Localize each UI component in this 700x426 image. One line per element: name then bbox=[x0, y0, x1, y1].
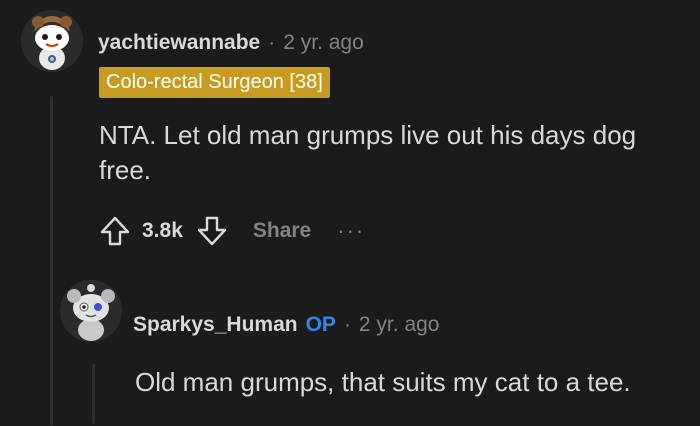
thread-line[interactable] bbox=[50, 96, 53, 426]
op-badge: OP bbox=[305, 313, 336, 336]
snoo-avatar-icon bbox=[60, 280, 122, 342]
meta-separator: · bbox=[343, 313, 351, 336]
reply-username[interactable]: Sparkys_Human bbox=[133, 313, 298, 337]
comment-timestamp[interactable]: 2 yr. ago bbox=[283, 31, 364, 55]
comment-body: NTA. Let old man grumps live out his day… bbox=[99, 120, 637, 185]
reply-thread-line[interactable] bbox=[92, 364, 95, 424]
comment-username[interactable]: yachtiewannabe bbox=[98, 31, 260, 55]
more-options-button[interactable]: ··· bbox=[337, 220, 365, 242]
share-button[interactable]: Share bbox=[253, 219, 311, 243]
downvote-arrow-icon bbox=[197, 216, 227, 246]
reply-user-avatar[interactable] bbox=[60, 280, 122, 342]
reply-body: Old man grumps, that suits my cat to a t… bbox=[135, 367, 631, 397]
upvote-button[interactable] bbox=[96, 211, 134, 251]
comment-meta: yachtiewannabe · 2 yr. ago bbox=[98, 31, 364, 55]
user-flair: Colo-rectal Surgeon [38] bbox=[99, 67, 330, 98]
downvote-button[interactable] bbox=[193, 211, 231, 251]
user-avatar[interactable] bbox=[21, 10, 83, 72]
reply-timestamp[interactable]: 2 yr. ago bbox=[359, 313, 440, 337]
upvote-arrow-icon bbox=[100, 216, 130, 246]
snoo-avatar-icon bbox=[21, 10, 83, 72]
vote-count: 3.8k bbox=[142, 219, 183, 242]
reply-meta: Sparkys_Human OP · 2 yr. ago bbox=[133, 313, 439, 337]
meta-separator: · bbox=[268, 31, 276, 54]
comment-actions: 3.8k Share ··· bbox=[96, 211, 365, 251]
